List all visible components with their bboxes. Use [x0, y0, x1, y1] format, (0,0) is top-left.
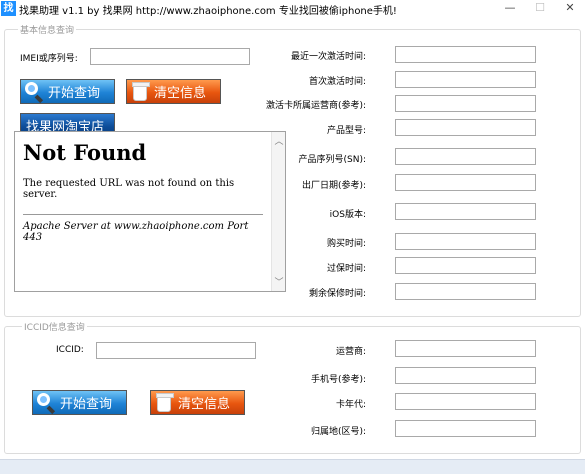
last-activation-field[interactable] — [395, 46, 536, 63]
iccid-caption: ICCID信息查询 — [22, 320, 87, 333]
maximize-button[interactable]: ☐ — [525, 0, 555, 18]
iccid-clear-label: 清空信息 — [178, 397, 231, 412]
minimize-button[interactable]: — — [495, 0, 525, 18]
taskbar-strip — [0, 459, 585, 474]
basic-clear-label: 清空信息 — [154, 86, 207, 101]
app-icon: 找 — [1, 1, 16, 16]
imei-label: IMEI或序列号: — [20, 54, 78, 64]
basic-clear-button[interactable]: 清空信息 — [126, 79, 221, 104]
field-label: 激活卡所属运营商(参考): — [265, 101, 366, 111]
iccid-query-label: 开始查询 — [60, 397, 113, 412]
first-activation-field[interactable] — [395, 71, 536, 88]
divider — [23, 214, 263, 215]
error-message: The requested URL was not found on this … — [23, 178, 235, 200]
search-icon — [23, 81, 45, 103]
field-label: 首次激活时间: — [308, 77, 366, 87]
iccid-input[interactable] — [96, 342, 256, 359]
scroll-down-icon[interactable]: ﹀ — [272, 275, 285, 288]
card-era-field[interactable] — [395, 393, 536, 410]
basic-query-label: 开始查询 — [48, 86, 101, 101]
window-title: 找果助理 v1.1 by 找果网 http://www.zhaoiphone.c… — [19, 6, 397, 17]
iccid-carrier-field[interactable] — [395, 340, 536, 357]
server-address: Apache Server at www.zhaoiphone.com Port… — [23, 221, 249, 243]
purchase-date-field[interactable] — [395, 233, 536, 250]
search-icon — [35, 392, 57, 414]
field-label: 运营商: — [335, 347, 366, 357]
basic-info-caption: 基本信息查询 — [18, 23, 77, 36]
model-field[interactable] — [395, 119, 536, 136]
vertical-scrollbar[interactable]: ︿ ﹀ — [271, 132, 285, 291]
field-label: 最近一次激活时间: — [290, 52, 366, 62]
web-result-panel[interactable]: Not Found The requested URL was not foun… — [14, 131, 286, 292]
iccid-label: ICCID: — [56, 345, 84, 355]
field-label: 卡年代: — [335, 400, 366, 410]
imei-input[interactable] — [90, 48, 250, 65]
trash-icon — [129, 81, 151, 103]
title-bar: 找 找果助理 v1.1 by 找果网 http://www.zhaoiphone… — [0, 0, 585, 18]
serial-number-field[interactable] — [395, 148, 536, 165]
carrier-field[interactable] — [395, 95, 536, 112]
scroll-up-icon[interactable]: ︿ — [272, 134, 285, 147]
field-label: 手机号(参考): — [310, 375, 366, 385]
iccid-query-button[interactable]: 开始查询 — [32, 390, 127, 415]
manufacture-date-field[interactable] — [395, 174, 536, 191]
trash-icon — [153, 392, 175, 414]
ios-version-field[interactable] — [395, 203, 536, 220]
iccid-clear-button[interactable]: 清空信息 — [150, 390, 245, 415]
phone-number-field[interactable] — [395, 367, 536, 384]
basic-query-button[interactable]: 开始查询 — [20, 79, 115, 104]
field-label: 归属地(区号): — [310, 427, 366, 437]
warranty-expiry-field[interactable] — [395, 257, 536, 274]
remaining-warranty-field[interactable] — [395, 283, 536, 300]
error-heading: Not Found — [23, 140, 147, 165]
close-button[interactable]: ✕ — [555, 0, 585, 18]
region-code-field[interactable] — [395, 420, 536, 437]
